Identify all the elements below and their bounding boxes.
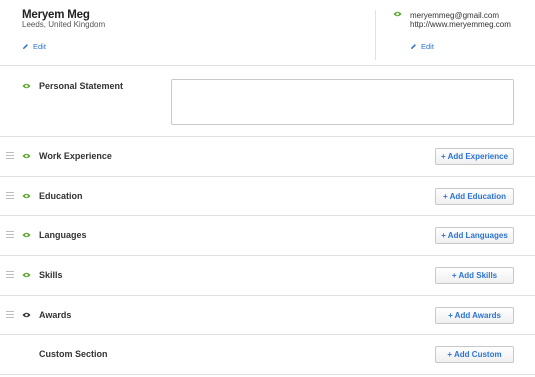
bottom-divider xyxy=(0,374,535,375)
eye-icon[interactable] xyxy=(22,83,31,89)
section-awards: Awards + Add Awards xyxy=(0,296,535,335)
personal-statement-title: Personal Statement xyxy=(39,81,124,91)
drag-handle-icon[interactable] xyxy=(6,231,14,238)
section-languages: Languages + Add Languages xyxy=(0,216,535,256)
section-skills: Skills + Add Skills xyxy=(0,256,535,296)
section-title: Languages xyxy=(39,230,87,240)
eye-icon[interactable] xyxy=(22,312,31,318)
section-education: Education + Add Education xyxy=(0,177,535,216)
pencil-icon xyxy=(23,44,28,49)
add-skills-button[interactable]: + Add Skills xyxy=(435,267,514,284)
eye-icon[interactable] xyxy=(22,193,31,199)
add-languages-button[interactable]: + Add Languages xyxy=(435,227,514,244)
add-custom-button[interactable]: + Add Custom xyxy=(435,346,514,363)
section-work-experience: Work Experience + Add Experience xyxy=(0,137,535,177)
section-title: Skills xyxy=(39,270,63,280)
eye-icon[interactable] xyxy=(393,11,402,17)
drag-handle-icon[interactable] xyxy=(6,271,14,278)
personal-statement-input[interactable] xyxy=(171,79,514,125)
section-title: Education xyxy=(39,191,83,201)
section-custom: Custom Section + Add Custom xyxy=(0,335,535,374)
add-awards-button[interactable]: + Add Awards xyxy=(435,307,514,324)
pencil-icon xyxy=(411,44,416,49)
eye-icon[interactable] xyxy=(22,272,31,278)
contact-website: http://www.meryemmeg.com xyxy=(410,20,511,29)
drag-handle-icon[interactable] xyxy=(6,192,14,199)
eye-icon[interactable] xyxy=(22,232,31,238)
add-experience-button[interactable]: + Add Experience xyxy=(435,148,514,165)
drag-handle-icon[interactable] xyxy=(6,152,14,159)
edit-profile-link[interactable]: Edit xyxy=(22,42,46,51)
edit-profile-label: Edit xyxy=(33,42,46,51)
drag-handle-icon[interactable] xyxy=(6,311,14,318)
section-title: Custom Section xyxy=(39,349,108,359)
personal-statement-section: Personal Statement xyxy=(0,66,535,137)
section-title: Awards xyxy=(39,310,72,320)
section-title: Work Experience xyxy=(39,151,112,161)
eye-icon[interactable] xyxy=(22,153,31,159)
contact-email: meryemmeg@gmail.com xyxy=(410,11,500,20)
edit-contact-link[interactable]: Edit xyxy=(410,42,434,51)
header-divider xyxy=(375,10,376,60)
edit-contact-label: Edit xyxy=(421,42,434,51)
profile-location: Leeds, United Kingdom xyxy=(22,20,106,29)
add-education-button[interactable]: + Add Education xyxy=(435,188,514,205)
profile-header: Meryem Meg Leeds, United Kingdom Edit me… xyxy=(0,0,535,66)
